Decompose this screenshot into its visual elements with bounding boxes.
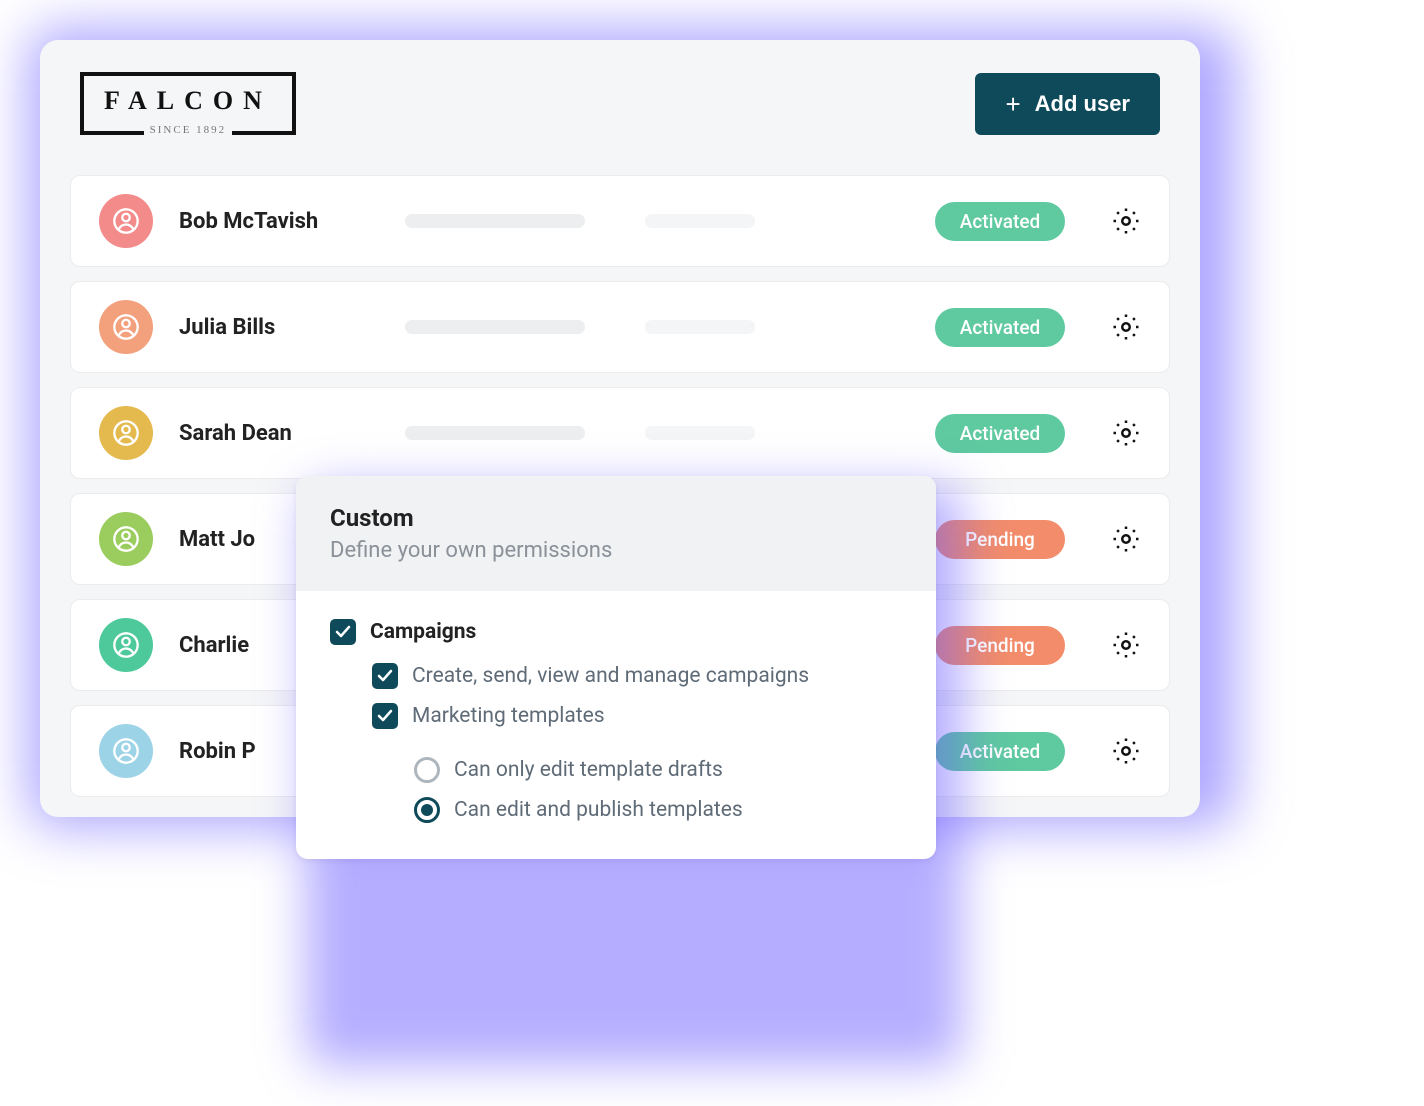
radio-edit-drafts[interactable] bbox=[414, 757, 440, 783]
plus-icon: + bbox=[1005, 91, 1020, 117]
add-user-label: Add user bbox=[1035, 91, 1130, 117]
gear-icon[interactable] bbox=[1111, 312, 1141, 342]
checkbox-create-campaigns[interactable] bbox=[372, 663, 398, 689]
radio-option: Can edit and publish templates bbox=[414, 797, 902, 823]
permission-children: Create, send, view and manage campaigns … bbox=[372, 663, 902, 823]
permissions-popover: Custom Define your own permissions Campa… bbox=[296, 476, 936, 859]
user-row: Julia Bills Activated bbox=[70, 281, 1170, 373]
radio-label: Can edit and publish templates bbox=[454, 798, 743, 822]
status-badge: Activated bbox=[935, 202, 1065, 241]
gear-icon[interactable] bbox=[1111, 206, 1141, 236]
avatar bbox=[99, 724, 153, 778]
gear-icon[interactable] bbox=[1111, 736, 1141, 766]
gear-icon[interactable] bbox=[1111, 630, 1141, 660]
checkbox-marketing-templates[interactable] bbox=[372, 703, 398, 729]
user-name: Sarah Dean bbox=[179, 421, 379, 446]
popover-header: Custom Define your own permissions bbox=[296, 476, 936, 591]
radio-group: Can only edit template drafts Can edit a… bbox=[414, 757, 902, 823]
status-badge: Activated bbox=[935, 308, 1065, 347]
popover-subtitle: Define your own permissions bbox=[330, 538, 902, 563]
gear-icon[interactable] bbox=[1111, 418, 1141, 448]
user-row: Sarah Dean Activated bbox=[70, 387, 1170, 479]
radio-edit-publish[interactable] bbox=[414, 797, 440, 823]
radio-label: Can only edit template drafts bbox=[454, 758, 723, 782]
user-name: Julia Bills bbox=[179, 315, 379, 340]
permission-label: Create, send, view and manage campaigns bbox=[412, 664, 809, 688]
avatar bbox=[99, 618, 153, 672]
permission-label: Marketing templates bbox=[412, 704, 605, 728]
radio-option: Can only edit template drafts bbox=[414, 757, 902, 783]
permission-group-label: Campaigns bbox=[370, 620, 476, 644]
status-badge: Activated bbox=[935, 414, 1065, 453]
gear-icon[interactable] bbox=[1111, 524, 1141, 554]
user-row: Bob McTavish Activated bbox=[70, 175, 1170, 267]
add-user-button[interactable]: + Add user bbox=[975, 73, 1160, 135]
avatar bbox=[99, 194, 153, 248]
avatar bbox=[99, 300, 153, 354]
permission-group: Campaigns bbox=[330, 619, 902, 645]
popover-body: Campaigns Create, send, view and manage … bbox=[296, 591, 936, 859]
checkbox-campaigns[interactable] bbox=[330, 619, 356, 645]
brand-logo: FALCON SINCE 1892 bbox=[80, 72, 296, 135]
brand-tagline: SINCE 1892 bbox=[144, 124, 233, 136]
panel-header: FALCON SINCE 1892 + Add user bbox=[40, 40, 1200, 175]
permission-item: Marketing templates bbox=[372, 703, 902, 729]
popover-title: Custom bbox=[330, 504, 902, 532]
avatar bbox=[99, 512, 153, 566]
placeholder-content bbox=[405, 214, 909, 228]
placeholder-content bbox=[405, 320, 909, 334]
avatar bbox=[99, 406, 153, 460]
permission-item: Create, send, view and manage campaigns bbox=[372, 663, 902, 689]
user-name: Bob McTavish bbox=[179, 209, 379, 234]
placeholder-content bbox=[405, 426, 909, 440]
